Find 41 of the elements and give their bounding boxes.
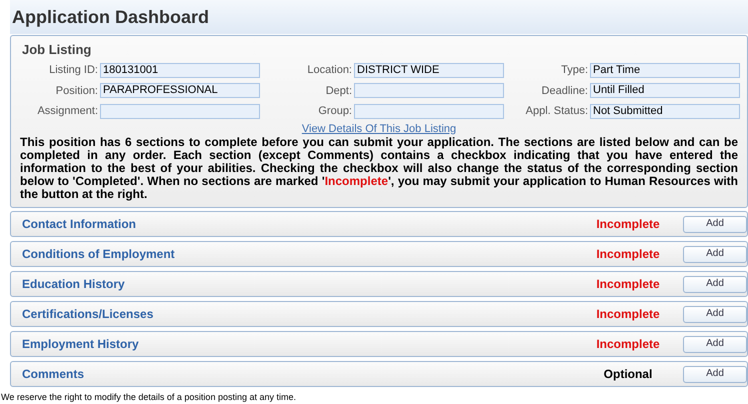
field-value[interactable] [354,104,504,119]
field-value[interactable]: Until Filled [590,83,740,98]
field-label: Dept: [324,84,352,98]
page-title: Application Dashboard [12,8,210,26]
add-button[interactable]: Add [683,216,747,232]
field-value[interactable] [354,83,504,98]
section-status: Incomplete [595,216,661,233]
section-title[interactable]: Conditions of Employment [22,245,574,263]
field-label: Group: [317,104,352,119]
field-label: Assignment: [36,104,98,119]
add-button[interactable]: Add [683,306,747,322]
section-status: Optional [602,366,654,383]
field-label: Deadline: [540,84,588,98]
field-label: Position: [54,84,98,98]
section-status: Incomplete [595,306,661,323]
add-button[interactable]: Add [683,246,747,262]
field-label: Listing ID: [48,63,98,78]
section-status: Incomplete [595,246,661,263]
field-label: Location: [306,63,352,78]
section-title[interactable]: Contact Information [22,215,574,233]
section-title[interactable]: Comments [22,365,574,383]
field-value[interactable] [100,104,260,119]
section-title[interactable]: Employment History [22,335,574,353]
add-button[interactable]: Add [683,276,747,292]
field-value[interactable]: Part Time [590,62,740,78]
field-value[interactable]: 180131001 [100,62,260,78]
footer-note: We reserve the right to modify the details of a position posting at any time. [0,391,297,404]
details-link[interactable]: View Details Of This Job Listing [302,122,456,134]
field-value[interactable]: PARAPROFESSIONAL [100,83,260,98]
add-button[interactable]: Add [683,366,747,382]
field-label: Appl. Status: [524,104,588,119]
field-value[interactable]: Not Submitted [590,104,740,119]
section-title[interactable]: Certifications/Licenses [22,305,574,323]
instructions-text: This position has 6 sections to complete before you can submit your application. The sections are listed below and can be completed in any order. Each section (except Comments) contains a checkbox indicating that you have entered the information to the best of your abilities. Checking the checkbox will also change the status of the corresponding section below to 'Completed'. When no sections are marked 'Incomplete', you may submit your application to Human Resources with the button at the right. [20,136,738,200]
section-status: Incomplete [595,276,661,293]
section-title[interactable]: Education History [22,275,574,293]
field-label: Type: [560,63,588,78]
field-value[interactable]: DISTRICT WIDE [354,62,504,78]
panel-title: Job Listing [21,41,92,59]
add-button[interactable]: Add [683,336,747,352]
section-status: Incomplete [595,336,661,353]
